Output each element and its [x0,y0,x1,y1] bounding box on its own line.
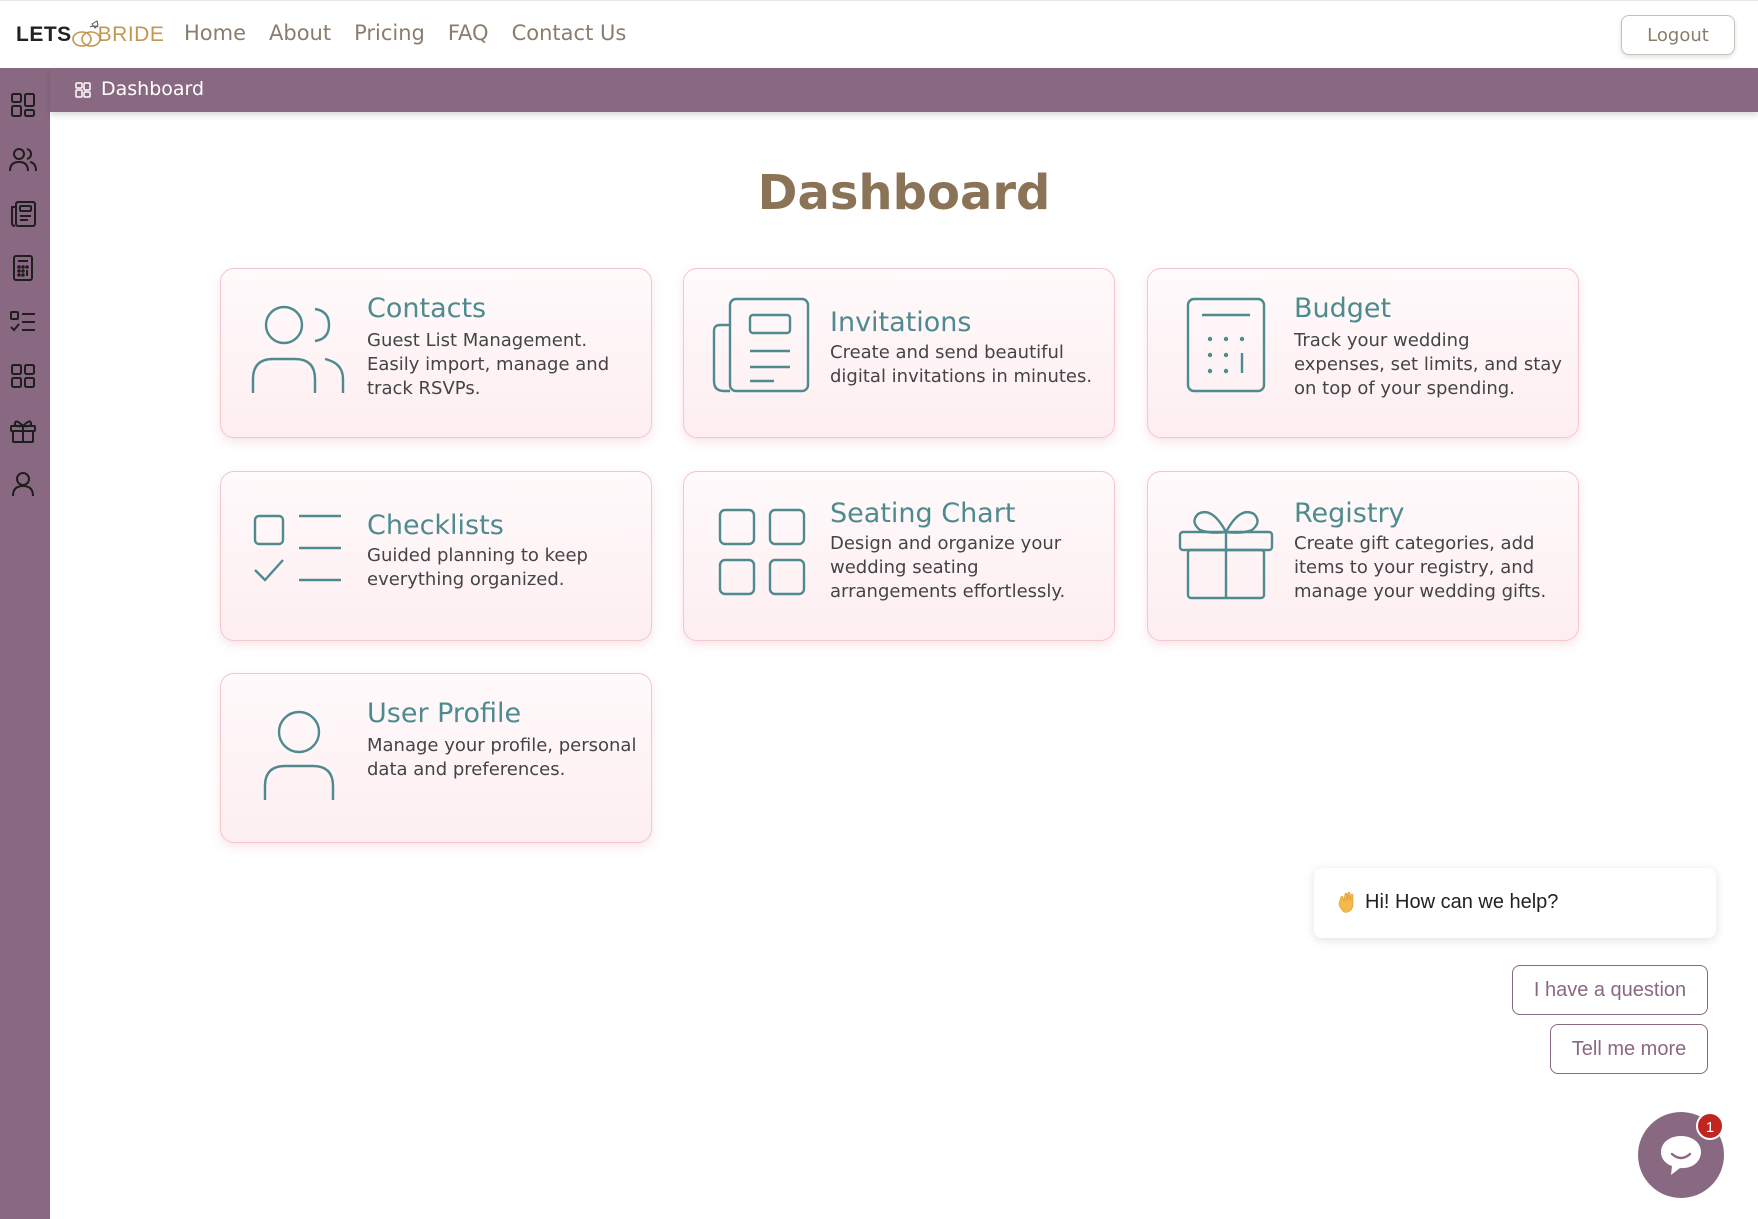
sidebar-seating-chart-icon[interactable] [8,361,38,391]
card-description: Track your wedding expenses, set limits,… [1294,330,1562,399]
sidebar [0,68,50,1219]
card-title: Invitations [830,307,972,338]
sidebar-invitations-icon[interactable] [8,199,38,229]
nav-link-pricing[interactable]: Pricing [354,21,425,45]
notification-badge: 1 [1696,1112,1724,1140]
nav-links: Home About Pricing FAQ Contact Us [184,21,626,45]
card-contacts[interactable]: Contacts Guest List Management. Easily i… [220,268,652,438]
card-description: Create gift categories, add items to you… [1294,533,1547,602]
sidebar-contacts-icon[interactable] [8,145,38,175]
logout-button[interactable]: Logout [1621,15,1735,55]
card-description: Guided planning to keep everything organ… [367,545,588,590]
registry-icon [1176,504,1276,604]
card-registry[interactable]: Registry Create gift categories, add ite… [1147,471,1579,641]
waving-hand-icon [1336,891,1360,915]
card-checklists[interactable]: Checklists Guided planning to keep every… [220,471,652,641]
budget-icon [1176,295,1276,395]
sidebar-budget-icon[interactable] [8,253,38,283]
rings-icon [68,20,106,50]
seating-chart-icon [712,504,812,604]
invitations-icon [712,295,812,395]
nav-link-about[interactable]: About [269,21,331,45]
card-description: Manage your profile, personal data and p… [367,735,637,780]
dashboard-icon [74,81,92,99]
page-title: Dashboard [757,165,1051,221]
card-title: Contacts [367,293,487,324]
sidebar-dashboard-icon[interactable] [8,90,38,120]
chat-option-tell-more[interactable]: Tell me more [1550,1024,1708,1074]
sidebar-registry-icon[interactable] [8,415,38,445]
card-user-profile[interactable]: User Profile Manage your profile, person… [220,673,652,843]
card-title: Seating Chart [830,498,1016,529]
chat-icon [1661,1136,1701,1175]
card-title: Budget [1294,293,1392,324]
nav-link-faq[interactable]: FAQ [448,21,489,45]
contacts-icon [249,301,349,401]
checklists-icon [249,508,349,608]
card-title: Checklists [367,510,504,541]
breadcrumb: Dashboard [50,68,1758,112]
breadcrumb-label: Dashboard [101,78,205,100]
brand-logo[interactable]: LETS BRIDE [16,19,164,51]
sidebar-user-profile-icon[interactable] [8,469,38,499]
logo-lets-text: LETS [16,23,72,46]
card-description: Guest List Management. Easily import, ma… [367,330,610,399]
chat-option-question[interactable]: I have a question [1512,965,1708,1015]
nav-link-contact-us[interactable]: Contact Us [512,21,627,45]
nav-link-home[interactable]: Home [184,21,246,45]
logo-bride-text: BRIDE [97,23,165,46]
card-title: Registry [1294,498,1405,529]
card-seating-chart[interactable]: Seating Chart Design and organize your w… [683,471,1115,641]
card-description: Design and organize your wedding seating… [830,533,1066,602]
user-profile-icon [249,708,349,808]
card-title: User Profile [367,698,522,729]
chat-greeting-bubble: Hi! How can we help? [1314,868,1716,938]
sidebar-checklists-icon[interactable] [8,307,38,337]
card-invitations[interactable]: Invitations Create and send beautiful di… [683,268,1115,438]
card-budget[interactable]: Budget Track your wedding expenses, set … [1147,268,1579,438]
chat-greeting-text: Hi! How can we help? [1365,891,1559,913]
card-description: Create and send beautiful digital invita… [830,342,1093,387]
top-navigation: LETS BRIDE Home About Pricing FAQ Contac… [0,0,1758,68]
